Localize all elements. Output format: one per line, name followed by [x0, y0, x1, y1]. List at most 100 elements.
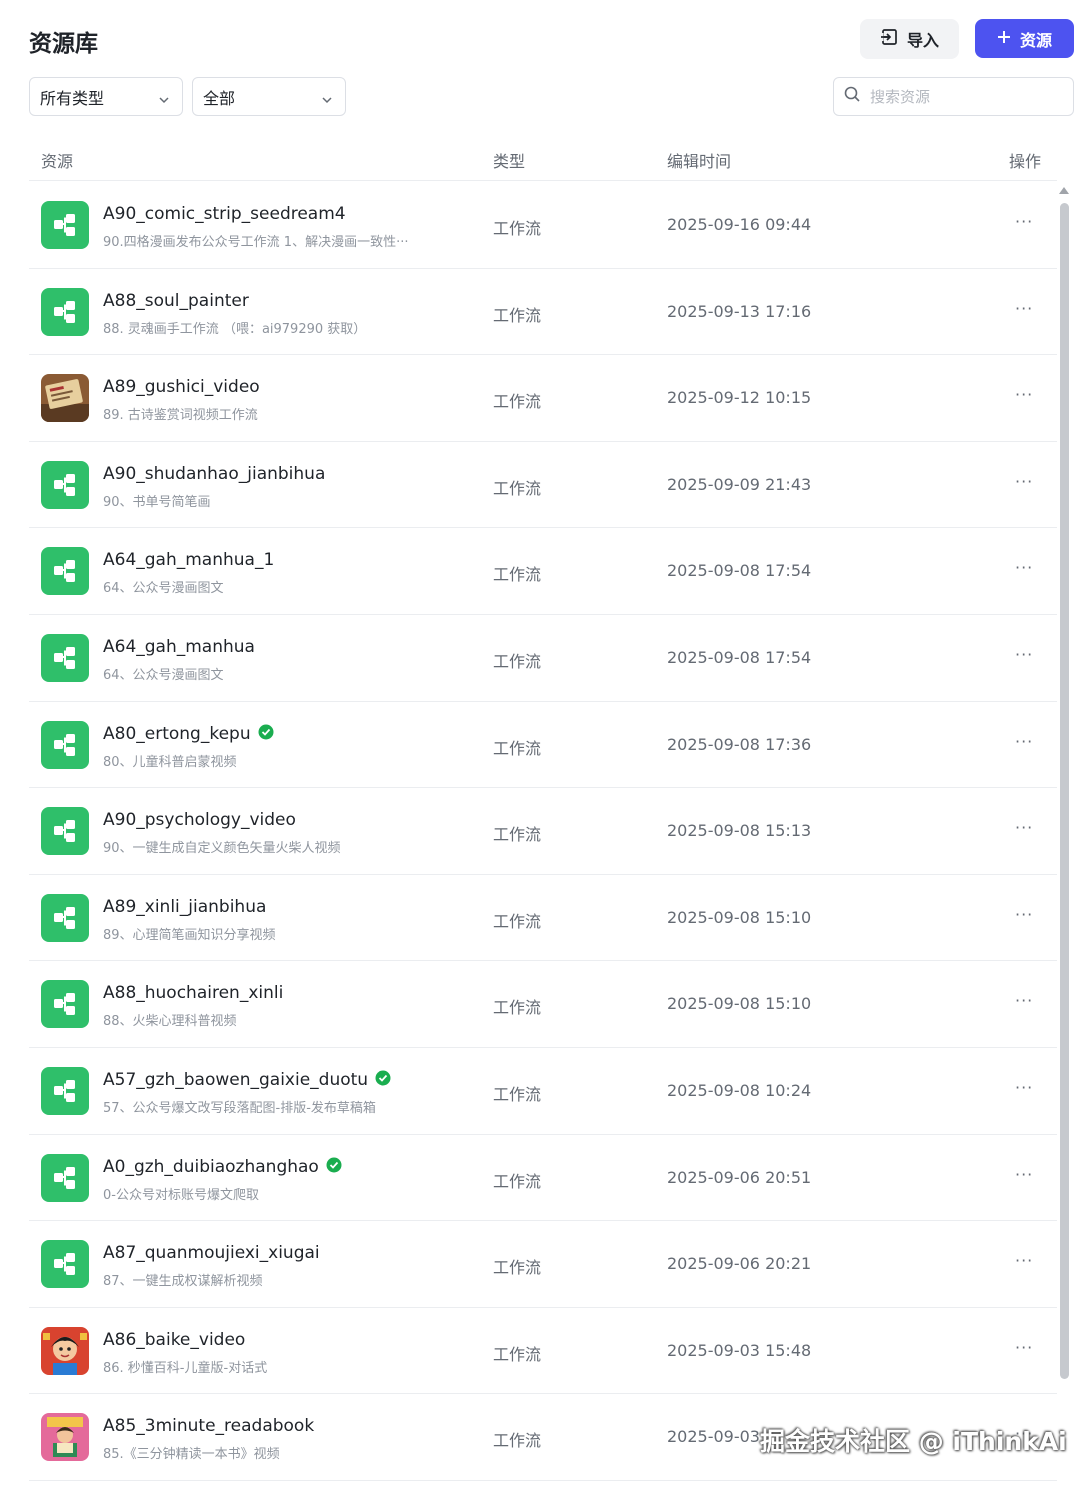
- search-icon: [844, 86, 861, 107]
- table-row[interactable]: A64_gah_manhua 64、公众号漫画图文 工作流 2025-09-08 17…: [29, 615, 1057, 702]
- more-actions-icon[interactable]: ···: [1015, 212, 1033, 231]
- resource-name[interactable]: A90_psychology_video: [103, 810, 296, 830]
- more-actions-icon[interactable]: ···: [1015, 299, 1033, 318]
- resource-name[interactable]: A87_quanmoujiexi_xiugai: [103, 1243, 320, 1263]
- column-header-resource: 资源: [41, 152, 74, 171]
- verified-check-icon: [258, 724, 274, 745]
- more-actions-icon[interactable]: ···: [1015, 558, 1033, 577]
- resource-edit-time: 2025-09-08 10:24: [667, 1080, 812, 1100]
- resource-name[interactable]: A89_gushici_video: [103, 377, 260, 397]
- more-actions-icon[interactable]: ···: [1015, 1078, 1033, 1097]
- resource-name[interactable]: A90_comic_strip_seedream4: [103, 204, 346, 224]
- resource-type: 工作流: [493, 998, 542, 1018]
- more-actions-icon[interactable]: ···: [1015, 818, 1033, 837]
- search-box[interactable]: [833, 77, 1074, 116]
- resource-type: 工作流: [493, 911, 542, 931]
- resource-edit-time: 2025-09-12 10:15: [667, 388, 812, 408]
- resource-name[interactable]: A64_gah_manhua: [103, 637, 255, 657]
- scrollbar-thumb[interactable]: [1060, 203, 1069, 1379]
- table-row[interactable]: A64_gah_manhua_1 64、公众号漫画图文 工作流 2025-09-08 …: [29, 528, 1057, 615]
- table-row[interactable]: A0_gzh_duibiaozhanghao 0-公众号对标账号爆文爬取 工作流 20…: [29, 1135, 1057, 1222]
- resource-table-body: A90_comic_strip_seedream4 90.四格漫画发布公众号工作流…: [29, 182, 1057, 1481]
- resource-name[interactable]: A57_gzh_baowen_gaixie_duotu: [103, 1070, 391, 1091]
- resource-description: 90、一键生成自定义颜色矢量火柴人视频: [103, 841, 341, 857]
- resource-name-text: A85_3minute_readabook: [103, 1416, 315, 1437]
- more-actions-icon[interactable]: ···: [1015, 472, 1033, 491]
- resource-name-text: A90_comic_strip_seedream4: [103, 204, 346, 224]
- resource-edit-time: 2025-09-08 17:54: [667, 647, 812, 667]
- import-button[interactable]: 导入: [860, 19, 959, 59]
- table-row[interactable]: A57_gzh_baowen_gaixie_duotu 57、公众号爆文改写段落配…: [29, 1048, 1057, 1135]
- resource-edit-time: 2025-09-16 09:44: [667, 215, 812, 234]
- resource-name-text: A89_gushici_video: [103, 377, 260, 398]
- resource-name[interactable]: A90_shudanhao_jianbihua: [103, 464, 325, 484]
- workflow-icon: [41, 807, 89, 856]
- workflow-icon: [41, 460, 89, 509]
- chevron-down-icon: [158, 91, 170, 110]
- table-row[interactable]: A89_gushici_video 89. 古诗鉴赏词视频工作流 工作流 2025-0…: [29, 355, 1057, 442]
- resource-description: 89. 古诗鉴赏词视频工作流: [103, 408, 258, 424]
- resource-name[interactable]: A88_soul_painter: [103, 291, 249, 311]
- workflow-icon: [41, 1066, 89, 1115]
- resource-name[interactable]: A64_gah_manhua_1: [103, 550, 274, 570]
- resource-description: 89、心理简笔画知识分享视频: [103, 927, 276, 943]
- watermark: 掘金技术社区 @ iThinkAi: [760, 1427, 1067, 1456]
- resource-name[interactable]: A85_3minute_readabook: [103, 1416, 314, 1436]
- add-resource-label: 资源: [1019, 30, 1052, 50]
- resource-type: 工作流: [493, 392, 542, 412]
- resource-name[interactable]: A0_gzh_duibiaozhanghao: [103, 1157, 342, 1178]
- add-resource-button[interactable]: 资源: [975, 19, 1074, 58]
- more-actions-icon[interactable]: ···: [1015, 385, 1033, 404]
- resource-description: 88. 灵魂画手工作流 （喂：ai979290 获取）: [103, 321, 367, 337]
- resource-edit-time: 2025-09-08 15:10: [667, 907, 812, 927]
- resource-name[interactable]: A89_xinli_jianbihua: [103, 897, 266, 917]
- table-row[interactable]: A86_baike_video 86. 秒懂百科-儿童版-对话式 工作流 2025-0…: [29, 1308, 1057, 1395]
- resource-type: 工作流: [493, 738, 542, 758]
- more-actions-icon[interactable]: ···: [1015, 991, 1033, 1010]
- verified-check-icon: [326, 1157, 342, 1178]
- table-row[interactable]: A88_soul_painter 88. 灵魂画手工作流 （喂：ai979290 …: [29, 269, 1057, 356]
- cartoon-reader-thumbnail: [41, 1413, 89, 1462]
- table-row[interactable]: A88_huochairen_xinli 88、火柴心理科普视频 工作流 2025-0…: [29, 961, 1057, 1048]
- resource-description: 85.《三分钟精读一本书》视频: [103, 1447, 280, 1463]
- scope-filter-select[interactable]: 全部: [192, 77, 346, 116]
- resource-name[interactable]: A86_baike_video: [103, 1330, 245, 1350]
- table-row[interactable]: A89_xinli_jianbihua 89、心理简笔画知识分享视频 工作流 2025…: [29, 875, 1057, 962]
- more-actions-icon[interactable]: ···: [1015, 645, 1033, 664]
- table-row[interactable]: A90_shudanhao_jianbihua 90、书单号简笔画 工作流 2025-…: [29, 442, 1057, 529]
- resource-name[interactable]: A80_ertong_kepu: [103, 724, 274, 745]
- column-header-actions: 操作: [1009, 152, 1042, 171]
- resource-description: 64、公众号漫画图文: [103, 667, 224, 683]
- search-input[interactable]: [870, 87, 1050, 106]
- type-filter-select[interactable]: 所有类型: [29, 77, 183, 116]
- resource-name-text: A88_huochairen_xinli: [103, 983, 284, 1004]
- more-actions-icon[interactable]: ···: [1015, 1251, 1033, 1270]
- more-actions-icon[interactable]: ···: [1015, 1338, 1033, 1357]
- resource-type: 工作流: [493, 1258, 542, 1278]
- table-row[interactable]: A80_ertong_kepu 80、儿童科普启蒙视频 工作流 2025-09-08 …: [29, 702, 1057, 789]
- table-row[interactable]: A90_comic_strip_seedream4 90.四格漫画发布公众号工作流…: [29, 182, 1057, 269]
- resource-edit-time: 2025-09-08 15:10: [667, 994, 812, 1014]
- resource-description: 86. 秒懂百科-儿童版-对话式: [103, 1360, 268, 1376]
- resource-description: 90、书单号简笔画: [103, 494, 211, 510]
- table-header: 资源 类型 编辑时间 操作: [29, 138, 1057, 181]
- resource-edit-time: 2025-09-03: [667, 1427, 760, 1447]
- resource-name-text: A0_gzh_duibiaozhanghao: [103, 1157, 319, 1178]
- resource-name-text: A80_ertong_kepu: [103, 724, 251, 745]
- more-actions-icon[interactable]: ···: [1015, 905, 1033, 924]
- scope-filter-value: 全部: [203, 88, 236, 108]
- resource-description: 0-公众号对标账号爆文爬取: [103, 1187, 259, 1203]
- more-actions-icon[interactable]: ···: [1015, 732, 1033, 751]
- workflow-icon: [41, 1240, 89, 1289]
- resource-edit-time: 2025-09-08 15:13: [667, 821, 812, 841]
- resource-type: 工作流: [493, 478, 542, 498]
- resource-name[interactable]: A88_huochairen_xinli: [103, 983, 283, 1003]
- resource-name-text: A90_shudanhao_jianbihua: [103, 463, 326, 484]
- type-filter-value: 所有类型: [40, 88, 105, 108]
- table-row[interactable]: A87_quanmoujiexi_xiugai 87、一键生成权谋解析视频 工作流 2…: [29, 1221, 1057, 1308]
- more-actions-icon[interactable]: ···: [1015, 1165, 1033, 1184]
- resource-name-text: A57_gzh_baowen_gaixie_duotu: [103, 1070, 369, 1091]
- scroll-up-arrow-icon[interactable]: [1059, 187, 1069, 194]
- workflow-icon: [41, 893, 89, 942]
- table-row[interactable]: A90_psychology_video 90、一键生成自定义颜色矢量火柴人视频 工…: [29, 788, 1057, 875]
